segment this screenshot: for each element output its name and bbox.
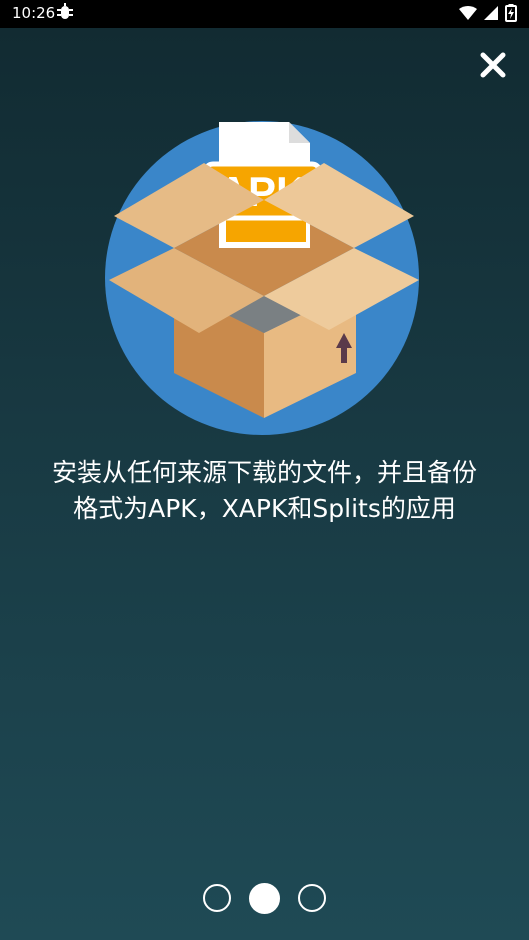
wifi-icon	[459, 5, 477, 25]
cellular-signal-icon	[483, 5, 499, 25]
page-indicator	[0, 882, 529, 914]
apk-box-svg: APK	[105, 121, 419, 435]
page-dot-2-active[interactable]	[249, 882, 280, 914]
description-line-1: 安装从任何来源下载的文件，并且备份	[51, 458, 477, 487]
page-dot-3[interactable]	[298, 884, 326, 912]
apk-box-illustration: APK	[104, 118, 426, 440]
description-line-2: 格式为APK，XAPK和Splits的应用	[73, 494, 456, 523]
bug-icon	[56, 3, 74, 27]
battery-icon	[505, 4, 517, 26]
close-button[interactable]	[474, 48, 512, 86]
feature-description: 安装从任何来源下载的文件，并且备份 格式为APK，XAPK和Splits的应用	[20, 455, 509, 527]
close-icon	[480, 52, 506, 82]
page-dot-1[interactable]	[203, 884, 231, 912]
status-bar: 10:26	[0, 0, 529, 28]
status-icons	[459, 4, 517, 26]
status-time: 10:26	[12, 4, 56, 22]
